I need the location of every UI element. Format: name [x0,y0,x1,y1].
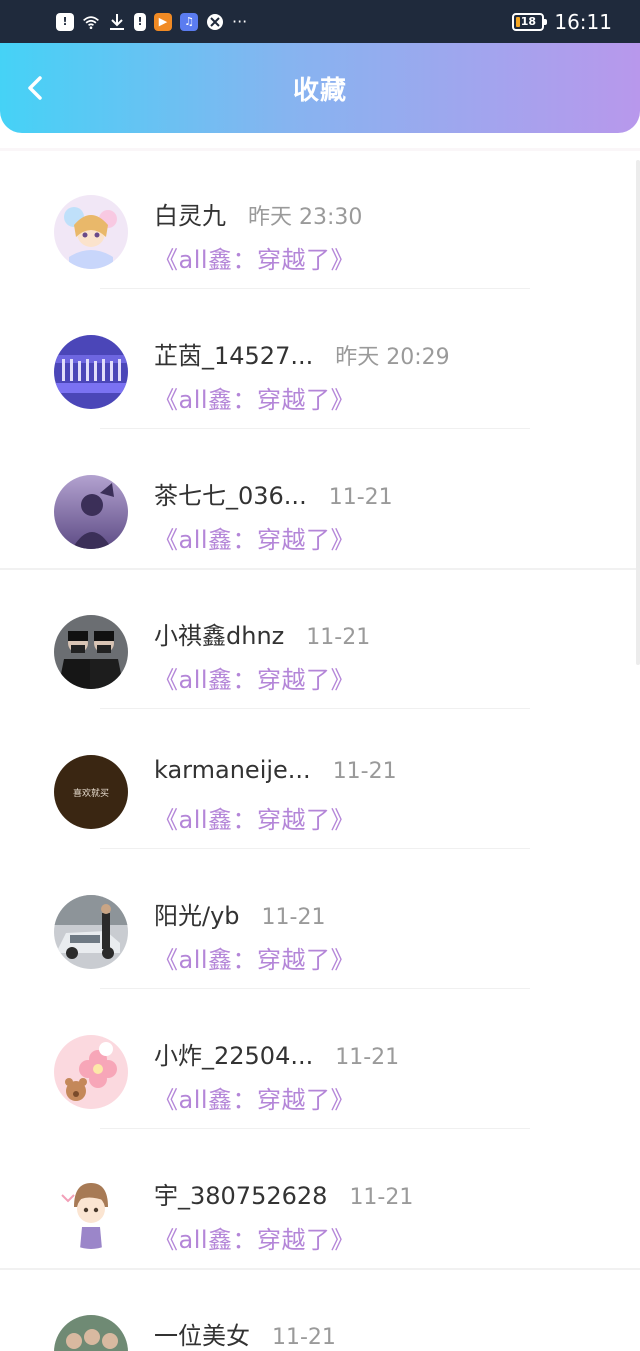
more-notifications: ··· [232,12,248,31]
back-button[interactable] [18,70,52,106]
user-name: 小炸_22504... [154,1042,314,1070]
timestamp: 11-21 [332,759,397,784]
avatar[interactable] [54,1315,128,1351]
story-title[interactable]: 《all鑫：穿越了》 [154,380,355,415]
avatar[interactable] [54,615,128,689]
user-name: 一位美女 [154,1322,250,1350]
chevron-left-icon [28,76,42,100]
timestamp: 昨天 23:30 [248,205,363,230]
user-name: 小祺鑫dhnz [154,622,285,650]
timestamp: 11-21 [328,485,393,510]
status-icons: ! ! ▶ ♫ ··· [56,12,247,31]
list-item[interactable]: 喜欢就买 karmaneije... 11-21 《all鑫：穿越了》 [0,700,640,849]
avatar[interactable] [54,1035,128,1109]
avatar[interactable] [54,895,128,969]
header-bar: 收藏 [0,43,640,133]
user-name: 茶七七_036... [154,482,307,510]
list-item[interactable]: 芷茵_14527... 昨天 20:29 《all鑫：穿越了》 [0,280,640,429]
timestamp: 11-21 [349,1185,414,1210]
story-title[interactable]: 《all鑫：穿越了》 [154,1220,355,1255]
avatar[interactable]: 喜欢就买 [54,755,128,829]
user-name: 宇_380752628 [154,1182,328,1210]
browser-app-icon [206,13,224,31]
battery-icon: 18 [512,12,548,31]
clock: 16:11 [554,9,612,34]
story-title[interactable]: 《all鑫：穿越了》 [154,660,355,695]
story-title[interactable]: 《all鑫：穿越了》 [154,800,355,835]
avatar-text: 喜欢就买 [72,788,109,799]
avatar[interactable] [54,335,128,409]
avatar[interactable] [54,195,128,269]
avatar[interactable] [54,475,128,549]
favorites-list: 白灵九 昨天 23:30 《all鑫：穿越了》 芷茵_14527... 昨天 2… [0,140,640,1351]
list-item[interactable]: 小炸_22504... 11-21 《all鑫：穿越了》 [0,980,640,1129]
user-name: 白灵九 [154,202,226,230]
user-name: karmaneije... [154,756,311,784]
page-title: 收藏 [292,75,347,106]
story-title[interactable]: 《all鑫：穿越了》 [154,520,355,555]
music-app-icon: ♫ [180,12,198,31]
video-app-icon: ▶ [154,12,172,31]
timestamp: 11-21 [272,1325,336,1350]
timestamp: 11-21 [261,905,326,930]
alert-icon: ! [56,12,74,31]
list-item[interactable]: 茶七七_036... 11-21 《all鑫：穿越了》 [0,420,640,570]
status-bar: ! ! ▶ ♫ ··· 18 16:11 [0,0,640,43]
avatar[interactable] [54,1175,128,1249]
download-icon [108,13,126,31]
story-title[interactable]: 《all鑫：穿越了》 [154,940,355,975]
sim-icon: ! [134,12,146,31]
wifi-icon [82,13,100,31]
story-title[interactable]: 《all鑫：穿越了》 [154,1080,355,1115]
list-item[interactable]: 宇_380752628 11-21 《all鑫：穿越了》 [0,1120,640,1270]
timestamp: 11-21 [335,1045,400,1070]
scrollbar[interactable] [636,160,640,665]
user-name: 阳光/yb [154,902,240,930]
battery-level: 18 [520,15,537,28]
list-item[interactable]: 阳光/yb 11-21 《all鑫：穿越了》 [0,840,640,989]
list-item[interactable]: 小祺鑫dhnz 11-21 《all鑫：穿越了》 [0,560,640,709]
timestamp: 昨天 20:29 [335,345,450,370]
story-title[interactable]: 《all鑫：穿越了》 [154,240,355,275]
list-item[interactable]: 一位美女 11-21 [0,1260,640,1351]
timestamp: 11-21 [306,625,371,650]
user-name: 芷茵_14527... [154,342,314,370]
list-item[interactable]: 白灵九 昨天 23:30 《all鑫：穿越了》 [0,140,640,289]
